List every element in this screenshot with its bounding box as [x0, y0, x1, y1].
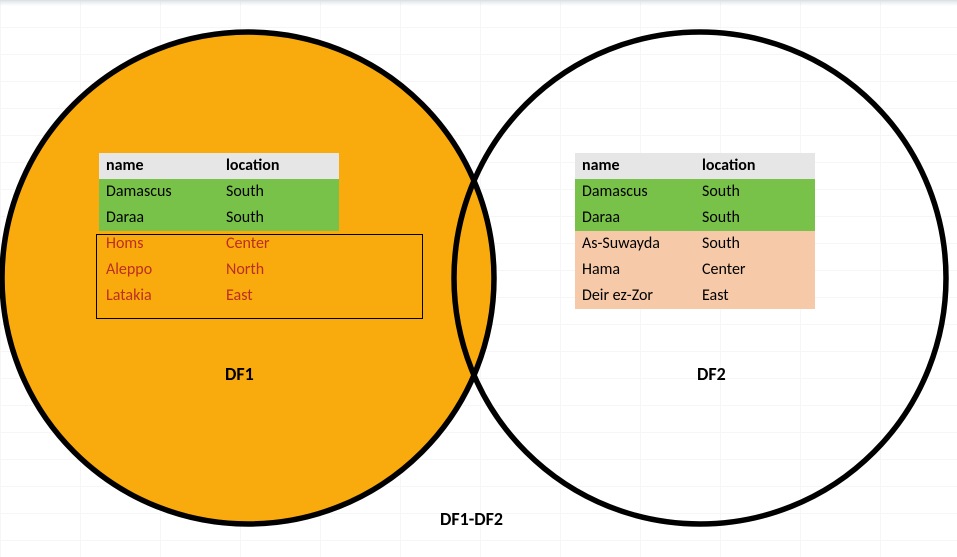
- df2-cell-name: As-Suwayda: [575, 231, 695, 257]
- df2-cell-location: South: [695, 205, 815, 231]
- df1-cell-name: Latakia: [99, 283, 219, 309]
- table-row: Aleppo North: [99, 257, 339, 283]
- df2-col-location-header: location: [695, 153, 815, 179]
- df2-cell-name: Hama: [575, 257, 695, 283]
- df2-col-name-header: name: [575, 153, 695, 179]
- df2-cell-location: South: [695, 179, 815, 205]
- df2-cell-name: Damascus: [575, 179, 695, 205]
- table-row: Damascus South: [575, 179, 815, 205]
- df2-cell-location: East: [695, 283, 815, 309]
- df1-cell-location: South: [219, 205, 339, 231]
- df2-cell-location: South: [695, 231, 815, 257]
- df1-table: name location Damascus South Daraa South…: [98, 152, 339, 309]
- df1-cell-location: South: [219, 179, 339, 205]
- df1-header-row: name location: [99, 153, 339, 179]
- df1-label: DF1: [225, 363, 254, 385]
- table-row: Hama Center: [575, 257, 815, 283]
- df2-header-row: name location: [575, 153, 815, 179]
- table-row: Daraa South: [99, 205, 339, 231]
- table-row: Homs Center: [99, 231, 339, 257]
- df1-col-name-header: name: [99, 153, 219, 179]
- df2-label: DF2: [697, 363, 726, 385]
- df2-cell-location: Center: [695, 257, 815, 283]
- df2-cell-name: Daraa: [575, 205, 695, 231]
- df1-cell-name: Homs: [99, 231, 219, 257]
- table-row: Daraa South: [575, 205, 815, 231]
- df1-col-location-header: location: [219, 153, 339, 179]
- difference-label: DF1-DF2: [440, 508, 503, 530]
- df2-table: name location Damascus South Daraa South…: [574, 152, 815, 309]
- df1-cell-location: East: [219, 283, 339, 309]
- table-row: Deir ez-Zor East: [575, 283, 815, 309]
- df1-cell-location: North: [219, 257, 339, 283]
- table-row: Damascus South: [99, 179, 339, 205]
- df1-cell-name: Damascus: [99, 179, 219, 205]
- df2-cell-name: Deir ez-Zor: [575, 283, 695, 309]
- table-row: As-Suwayda South: [575, 231, 815, 257]
- table-row: Latakia East: [99, 283, 339, 309]
- df1-cell-location: Center: [219, 231, 339, 257]
- df1-cell-name: Daraa: [99, 205, 219, 231]
- df1-cell-name: Aleppo: [99, 257, 219, 283]
